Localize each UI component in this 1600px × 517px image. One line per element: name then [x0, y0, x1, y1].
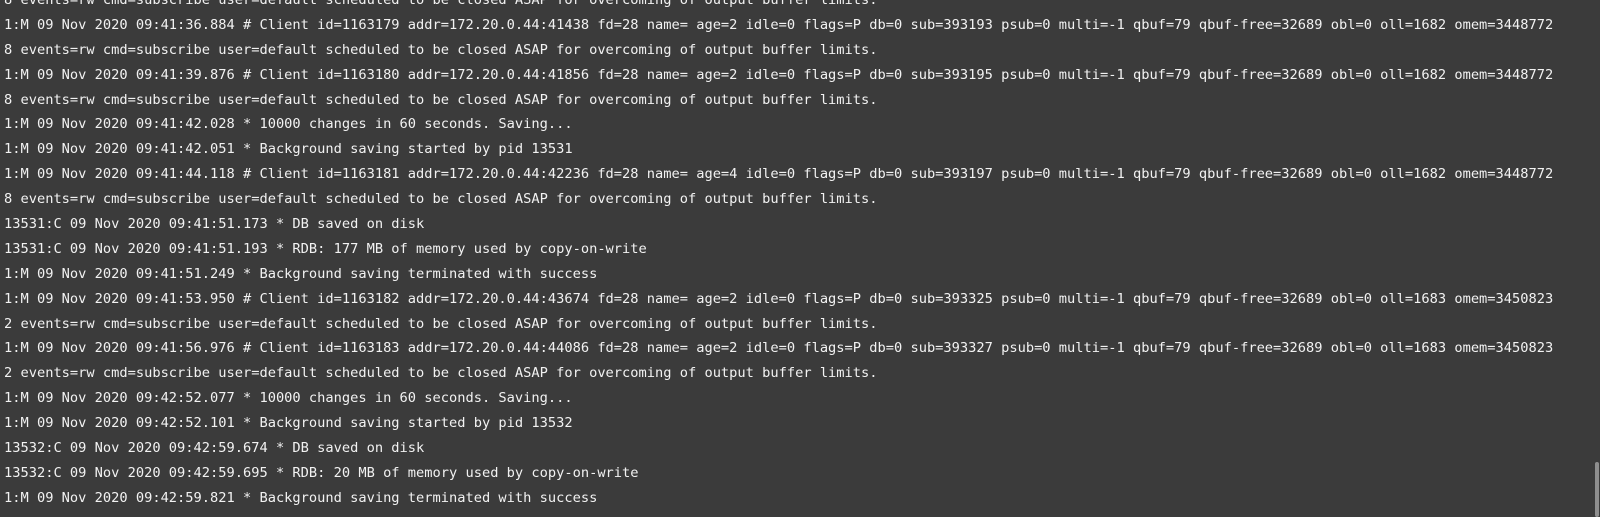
- log-line: 1:M 09 Nov 2020 09:41:44.118 # Client id…: [4, 166, 1554, 183]
- log-line: 13532:C 09 Nov 2020 09:42:59.695 * RDB: …: [4, 464, 639, 481]
- log-line: 1:M 09 Nov 2020 09:41:42.051 * Backgroun…: [4, 141, 573, 158]
- log-line: 8 events=rw cmd=subscribe user=default s…: [4, 91, 878, 108]
- terminal-output[interactable]: 8 events=rw cmd=subscribe user=default s…: [0, 0, 1600, 517]
- vertical-scrollbar[interactable]: [1594, 0, 1600, 517]
- log-lines: 8 events=rw cmd=subscribe user=default s…: [4, 0, 1553, 511]
- log-line: 8 events=rw cmd=subscribe user=default s…: [4, 0, 878, 8]
- log-line: 1:M 09 Nov 2020 09:41:53.950 # Client id…: [4, 290, 1554, 307]
- log-line: 1:M 09 Nov 2020 09:42:59.821 * Backgroun…: [4, 489, 598, 506]
- log-line: 13531:C 09 Nov 2020 09:41:51.173 * DB sa…: [4, 216, 425, 233]
- log-line: 13531:C 09 Nov 2020 09:41:51.193 * RDB: …: [4, 240, 647, 257]
- log-line: 1:M 09 Nov 2020 09:41:56.976 # Client id…: [4, 340, 1554, 357]
- log-line: 1:M 09 Nov 2020 09:41:51.249 * Backgroun…: [4, 265, 598, 282]
- log-line: 8 events=rw cmd=subscribe user=default s…: [4, 41, 878, 58]
- log-line: 8 events=rw cmd=subscribe user=default s…: [4, 191, 878, 208]
- log-line: 1:M 09 Nov 2020 09:41:36.884 # Client id…: [4, 16, 1554, 33]
- log-line: 1:M 09 Nov 2020 09:41:42.028 * 10000 cha…: [4, 116, 573, 133]
- log-line: 1:M 09 Nov 2020 09:41:39.876 # Client id…: [4, 66, 1554, 83]
- log-line: 2 events=rw cmd=subscribe user=default s…: [4, 365, 878, 382]
- log-line: 13532:C 09 Nov 2020 09:42:59.674 * DB sa…: [4, 440, 425, 457]
- log-line: 1:M 09 Nov 2020 09:42:52.101 * Backgroun…: [4, 415, 573, 432]
- scrollbar-thumb[interactable]: [1595, 462, 1599, 517]
- log-line: 2 events=rw cmd=subscribe user=default s…: [4, 315, 878, 332]
- log-line: 1:M 09 Nov 2020 09:42:52.077 * 10000 cha…: [4, 390, 573, 407]
